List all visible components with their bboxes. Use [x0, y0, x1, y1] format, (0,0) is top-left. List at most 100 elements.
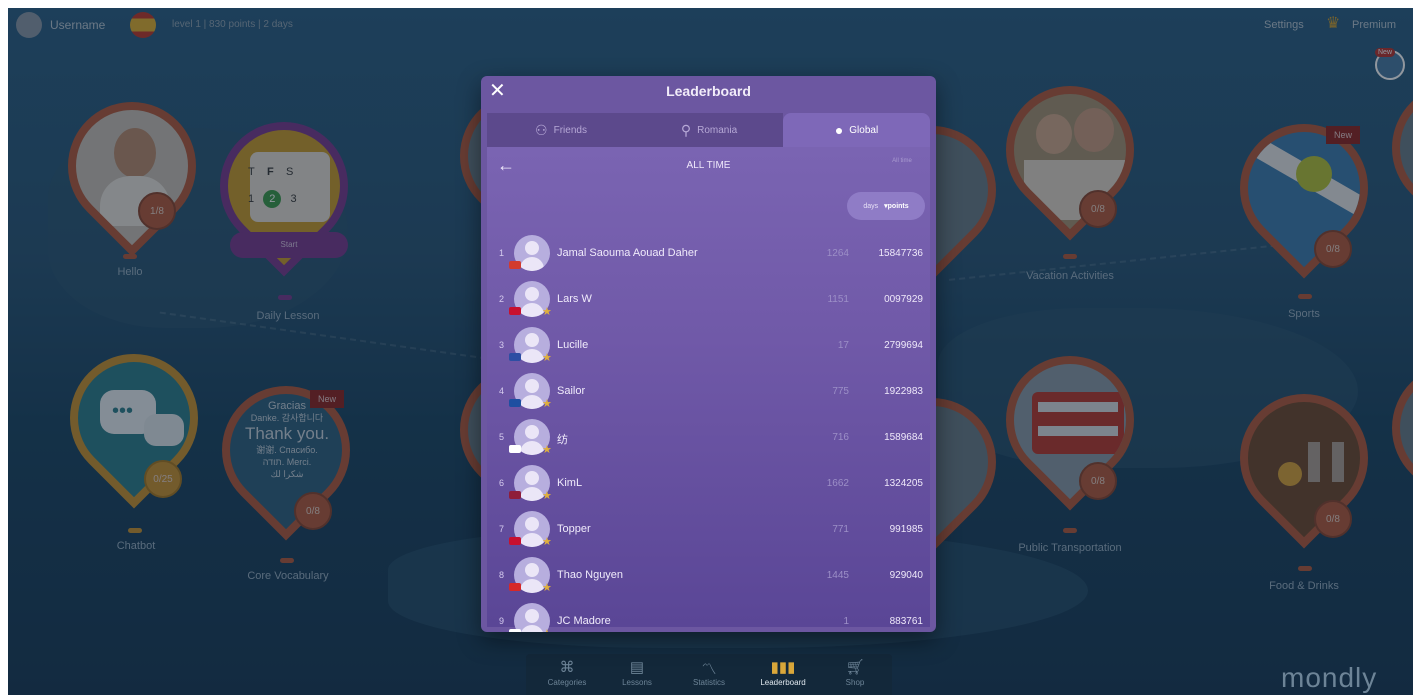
- brand-logo: mondly: [1281, 662, 1378, 693]
- pin-progress-badge: 1/8: [138, 192, 176, 230]
- avatar-body: [520, 349, 544, 363]
- player-points: 929040: [889, 570, 923, 581]
- new-feature-button[interactable]: New: [1375, 48, 1405, 80]
- daily-lesson-start-button[interactable]: Start: [230, 232, 348, 258]
- leaderboard-row[interactable]: 4 ★ Sailor 775 1922983: [487, 369, 930, 415]
- country-flag-icon: [509, 399, 521, 407]
- period-toggle[interactable]: All time: [887, 157, 917, 165]
- sort-points-option[interactable]: ▾points: [884, 202, 909, 210]
- new-tag: New: [1326, 126, 1361, 144]
- pin-progress-badge: 0/8: [1079, 190, 1117, 228]
- star-icon: ★: [542, 398, 552, 410]
- leaderboard-row[interactable]: 1 Jamal Saouma Aouad Daher 1264 15847736: [487, 231, 930, 277]
- player-days: 1662: [826, 478, 849, 489]
- player-days: 716: [832, 432, 849, 443]
- rank-number: 3: [499, 340, 505, 350]
- person-icon: ⚲: [680, 121, 692, 138]
- country-flag-icon: [509, 261, 521, 269]
- player-points: 1589684: [884, 432, 923, 443]
- avatar-head: [525, 609, 539, 623]
- rank-number: 5: [499, 432, 505, 442]
- crown-icon[interactable]: ♛: [1326, 16, 1340, 32]
- avatar-body: [520, 533, 544, 547]
- nav-categories[interactable]: ⌘ Categories: [532, 654, 602, 695]
- player-days: 17: [837, 340, 849, 351]
- sort-toggle[interactable]: days ▾points: [847, 192, 925, 220]
- leaderboard-panel: ← ALL TIME All time days ▾points 1 Jamal …: [487, 147, 930, 632]
- category-pin-partial[interactable]: [1365, 57, 1413, 239]
- avatar-head: [525, 241, 539, 255]
- settings-link[interactable]: Settings: [1264, 19, 1304, 31]
- tab-romania[interactable]: ⚲ Romania: [635, 113, 783, 147]
- player-name: Lars W: [557, 293, 592, 305]
- star-icon: ★: [542, 582, 552, 594]
- avatar-head: [525, 425, 539, 439]
- leaderboard-row[interactable]: 3 ★ Lucille 17 2799694: [487, 323, 930, 369]
- player-days: 1445: [826, 570, 849, 581]
- new-tag: New: [310, 390, 345, 408]
- leaderboard-row[interactable]: 5 ★ 纺 716 1589684: [487, 415, 930, 461]
- leaderboard-row[interactable]: 8 ★ Thao Nguyen 1445 929040: [487, 553, 930, 599]
- statistics-icon: 〽: [701, 661, 717, 678]
- new-badge: New: [1375, 48, 1396, 57]
- leaderboard-row[interactable]: 2 ★ Lars W 1151 0097929: [487, 277, 930, 323]
- leaderboard-row[interactable]: 6 ★ KimL 1662 1324205: [487, 461, 930, 507]
- country-flag-icon: [509, 537, 521, 545]
- language-flag-icon[interactable]: [130, 12, 156, 38]
- tab-global[interactable]: ● Global: [783, 113, 930, 147]
- player-points: 991985: [889, 524, 923, 535]
- user-avatar[interactable]: [16, 12, 42, 38]
- pin-label: Daily Lesson: [256, 310, 320, 322]
- cart-icon: 🛒︎: [845, 659, 865, 676]
- leaderboard-row[interactable]: 9 ★ JC Madore 1 883761: [487, 599, 930, 632]
- pin-marker: [1063, 254, 1077, 259]
- player-name: Thao Nguyen: [557, 569, 624, 581]
- sort-days-option[interactable]: days: [863, 203, 878, 210]
- pin-marker: [278, 295, 292, 300]
- nav-lessons[interactable]: ▤ Lessons: [602, 654, 672, 695]
- vocabulary-words: Gracias Danke. 감사합니다 Thank you. 谢谢. Спас…: [244, 400, 330, 479]
- star-icon: ★: [542, 536, 552, 548]
- nav-shop[interactable]: 🛒︎ Shop: [820, 654, 890, 695]
- pin-label: Hello: [117, 266, 143, 278]
- avatar-head: [525, 517, 539, 531]
- player-days: 1264: [826, 248, 849, 259]
- pin-progress-badge: 0/8: [294, 492, 332, 530]
- pin-label: Sports: [1288, 308, 1320, 320]
- premium-link[interactable]: Premium: [1352, 19, 1396, 31]
- player-name: Jamal Saouma Aouad Daher: [557, 247, 698, 259]
- tab-friends[interactable]: ⚇ Friends: [487, 113, 635, 147]
- lessons-icon: ▤: [629, 659, 645, 676]
- pin-marker: [1298, 566, 1312, 571]
- category-pin-vacation-activities[interactable]: [979, 59, 1161, 241]
- pin-progress-badge: 0/8: [1314, 500, 1352, 538]
- star-icon: ★: [542, 490, 552, 502]
- player-days: 775: [832, 386, 849, 397]
- rank-number: 1: [499, 248, 505, 258]
- avatar-body: [520, 625, 544, 632]
- avatar-body: [520, 487, 544, 501]
- leaderboard-icon: ▮▮▮: [770, 659, 796, 676]
- country-flag-icon: [509, 491, 521, 499]
- avatar-body: [520, 257, 544, 271]
- player-points: 15847736: [878, 248, 924, 259]
- nav-leaderboard[interactable]: ▮▮▮ Leaderboard: [748, 654, 818, 695]
- country-flag-icon: [509, 583, 521, 591]
- nav-statistics[interactable]: 〽 Statistics: [674, 654, 744, 695]
- avatar-head: [525, 563, 539, 577]
- player-name: JC Madore: [557, 615, 611, 627]
- category-pin-partial[interactable]: [1365, 337, 1413, 519]
- username[interactable]: Username: [50, 18, 105, 32]
- player-name: Topper: [557, 523, 591, 535]
- star-icon: ★: [542, 444, 552, 456]
- categories-icon: ⌘: [559, 659, 575, 676]
- category-pin-chatbot[interactable]: •••: [43, 327, 225, 509]
- leaderboard-row[interactable]: 7 ★ Topper 771 991985: [487, 507, 930, 553]
- category-pin-sports[interactable]: [1213, 97, 1395, 279]
- pin-progress-badge: 0/8: [1314, 230, 1352, 268]
- friends-icon: ⚇: [535, 121, 548, 138]
- period-title: ALL TIME: [686, 160, 731, 171]
- pin-label: Food & Drinks: [1269, 580, 1339, 592]
- player-points: 1324205: [884, 478, 923, 489]
- pin-marker: [128, 528, 142, 533]
